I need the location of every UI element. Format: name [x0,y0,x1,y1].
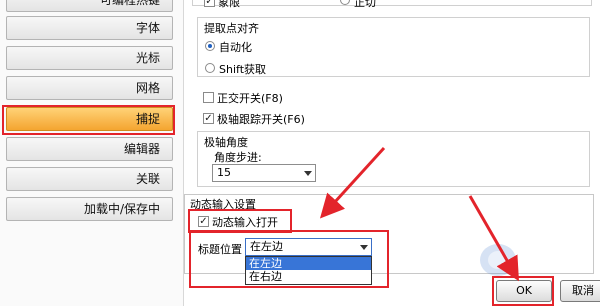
dynamic-input-title: 动态输入设置 [190,198,256,211]
chevron-down-icon [304,171,312,176]
dropdown-option-left[interactable]: 在左边 [246,257,371,270]
watermark-graphic [480,244,516,276]
title-position-label: 标题位置 [198,243,242,256]
sidebar-item-association[interactable]: 关联 [6,167,173,191]
sidebar-item-font[interactable]: 字体 [6,16,173,40]
quadrant-label: 象限 [218,0,240,9]
title-position-select[interactable]: 在左边 [245,238,372,256]
sidebar-item-editor[interactable]: 编辑器 [6,137,173,161]
shift-get-radio[interactable] [205,63,215,73]
shift-get-label: Shift获取 [219,63,267,76]
orthogonal-label: 正交开关(F8) [217,92,283,105]
auto-align-label: 自动化 [219,41,252,54]
dynamic-input-checkbox[interactable]: ✓ [198,216,209,227]
dynamic-input-label: 动态输入打开 [212,216,278,229]
angle-step-select[interactable]: 15 [212,164,316,182]
polar-tracking-checkbox[interactable]: ✓ [203,113,214,124]
sidebar-item-snap[interactable]: 捕捉 [6,107,173,131]
snap-align-title: 提取点对齐 [204,22,259,35]
watermark-logo [468,232,600,288]
settings-sidebar: 可编程热键 字体 光标 网格 捕捉 编辑器 关联 加载中/保存中 [0,0,184,306]
sidebar-item-cursor[interactable]: 光标 [6,46,173,70]
polar-angle-title: 极轴角度 [204,136,248,149]
sidebar-item-grid[interactable]: 网格 [6,76,173,100]
title-position-dropdown: 在左边 在右边 [245,256,372,285]
top-group-box [192,0,592,6]
dropdown-option-right[interactable]: 在右边 [246,270,371,283]
polar-tracking-label: 极轴跟踪开关(F6) [217,113,305,126]
auto-align-radio[interactable] [205,41,215,51]
chevron-down-icon [360,245,368,250]
angle-step-value: 15 [217,166,231,179]
sidebar-item-hotkeys[interactable]: 可编程热键 [6,0,173,12]
quadrant-checkbox[interactable]: ✓ [204,0,215,7]
tangent-label: 正切 [354,0,376,9]
angle-step-label: 角度步进: [214,151,262,164]
orthogonal-checkbox[interactable] [203,92,214,103]
settings-dialog: 可编程热键 字体 光标 网格 捕捉 编辑器 关联 加载中/保存中 ✓ 象限 正切… [0,0,600,306]
sidebar-item-load-save[interactable]: 加载中/保存中 [6,197,173,221]
title-position-value: 在左边 [250,240,283,253]
